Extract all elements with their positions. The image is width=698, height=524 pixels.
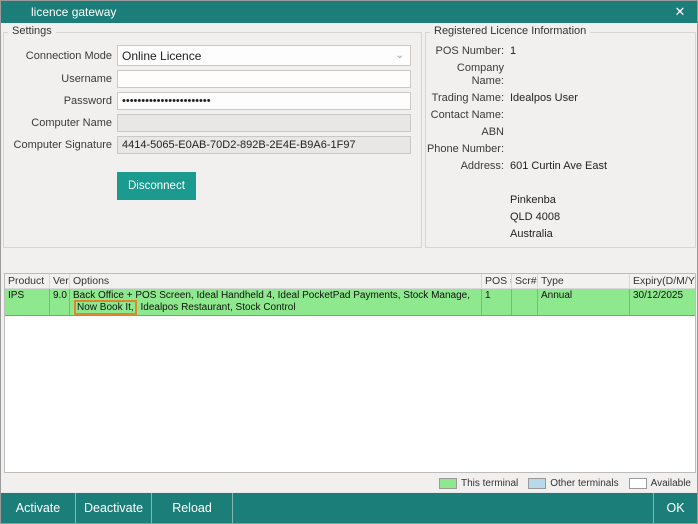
computer-signature-label: Computer Signature (4, 139, 112, 151)
company-name-label: Company Name: (426, 62, 504, 88)
computer-signature-input[interactable] (117, 136, 411, 154)
registered-licence-info-label: Registered Licence Information (430, 25, 590, 37)
password-input[interactable] (117, 92, 411, 110)
licence-gateway-window: licence gateway ✕ Settings Connection Mo… (0, 0, 698, 524)
licence-info-row: Australia (426, 228, 695, 241)
computer-name-input[interactable] (117, 114, 411, 132)
password-label: Password (4, 95, 112, 107)
column-header-product: Product (5, 274, 50, 288)
registered-licence-info-group: Registered Licence Information POS Numbe… (425, 32, 696, 248)
column-header-options: Options (70, 274, 482, 288)
footer-spacer (233, 493, 653, 523)
pos-number-value: 1 (510, 45, 695, 58)
licence-table-header: Product Ver Options POS # Scr# Type Expi… (5, 274, 695, 289)
options-text: Idealpos Restaurant, Stock Control (138, 302, 296, 313)
username-row: Username (4, 70, 411, 88)
activate-button[interactable]: Activate (1, 493, 76, 523)
close-icon: ✕ (675, 4, 686, 20)
deactivate-button[interactable]: Deactivate (76, 493, 152, 523)
licence-info-row: Company Name: (426, 62, 695, 88)
column-header-pos: POS # (482, 274, 512, 288)
contact-name-value (510, 109, 695, 122)
address-country: Australia (510, 228, 695, 241)
cell-options: Back Office + POS Screen, Ideal Handheld… (70, 289, 482, 315)
cell-product: IPS (5, 289, 50, 315)
licence-info-row: Phone Number: (426, 143, 695, 156)
window-title: licence gateway (31, 5, 116, 19)
legend-other-terminals: Other terminals (528, 478, 618, 489)
connection-mode-value: Online Licence (122, 49, 201, 63)
column-header-ver: Ver (50, 274, 70, 288)
available-label: Available (651, 478, 691, 489)
table-row[interactable]: IPS 9.0 Back Office + POS Screen, Ideal … (5, 289, 695, 316)
this-terminal-label: This terminal (461, 478, 518, 489)
column-header-type: Type (538, 274, 630, 288)
other-terminals-label: Other terminals (550, 478, 618, 489)
licence-info-row: Contact Name: (426, 109, 695, 122)
reload-button[interactable]: Reload (152, 493, 233, 523)
company-name-value (510, 62, 695, 88)
password-row: Password (4, 92, 411, 110)
close-button[interactable]: ✕ (669, 1, 691, 23)
cell-scr (512, 289, 538, 315)
licence-table: Product Ver Options POS # Scr# Type Expi… (4, 273, 696, 473)
phone-number-label: Phone Number: (426, 143, 504, 156)
address-label: Address: (426, 160, 504, 173)
address-suburb: Pinkenba (510, 194, 695, 207)
address-state-postcode: QLD 4008 (510, 211, 695, 224)
address-line-1: 601 Curtin Ave East (510, 160, 695, 173)
computer-name-row: Computer Name (4, 114, 411, 132)
licence-info-row: POS Number: 1 (426, 45, 695, 58)
computer-signature-row: Computer Signature (4, 136, 411, 154)
trading-name-label: Trading Name: (426, 92, 504, 105)
column-header-expiry: Expiry(D/M/Y) (630, 274, 695, 288)
licence-info-row: Pinkenba (426, 194, 695, 207)
contact-name-label: Contact Name: (426, 109, 504, 122)
cell-ver: 9.0 (50, 289, 70, 315)
title-bar: licence gateway (1, 1, 697, 23)
cell-pos: 1 (482, 289, 512, 315)
licence-info-row: Trading Name: Idealpos User (426, 92, 695, 105)
options-highlighted-text: Now Book It, (74, 300, 137, 315)
username-input[interactable] (117, 70, 411, 88)
settings-group-label: Settings (8, 25, 56, 37)
licence-info-row (426, 177, 695, 190)
abn-label: ABN (426, 126, 504, 139)
footer-bar: Activate Deactivate Reload OK (1, 492, 697, 523)
phone-number-value (510, 143, 695, 156)
pos-number-label: POS Number: (426, 45, 504, 58)
legend-this-terminal: This terminal (439, 478, 518, 489)
cell-type: Annual (538, 289, 630, 315)
abn-value (510, 126, 695, 139)
trading-name-value: Idealpos User (510, 92, 695, 105)
licence-info-row: ABN (426, 126, 695, 139)
available-swatch (629, 478, 647, 489)
cell-expiry: 30/12/2025 (630, 289, 695, 315)
address-line-2 (510, 177, 695, 190)
connection-mode-row: Connection Mode Online Licence ⌄ (4, 45, 411, 66)
disconnect-button[interactable]: Disconnect (117, 172, 196, 200)
ok-button[interactable]: OK (653, 493, 697, 523)
connection-mode-label: Connection Mode (4, 50, 112, 62)
terminal-legend: This terminal Other terminals Available (429, 478, 691, 489)
connection-mode-dropdown[interactable]: Online Licence ⌄ (117, 45, 411, 66)
username-label: Username (4, 73, 112, 85)
this-terminal-swatch (439, 478, 457, 489)
settings-group: Settings Connection Mode Online Licence … (3, 32, 422, 248)
legend-available: Available (629, 478, 691, 489)
computer-name-label: Computer Name (4, 117, 112, 129)
column-header-scr: Scr# (512, 274, 538, 288)
other-terminals-swatch (528, 478, 546, 489)
chevron-down-icon: ⌄ (396, 50, 404, 61)
licence-info-row: QLD 4008 (426, 211, 695, 224)
licence-info-row: Address: 601 Curtin Ave East (426, 160, 695, 173)
